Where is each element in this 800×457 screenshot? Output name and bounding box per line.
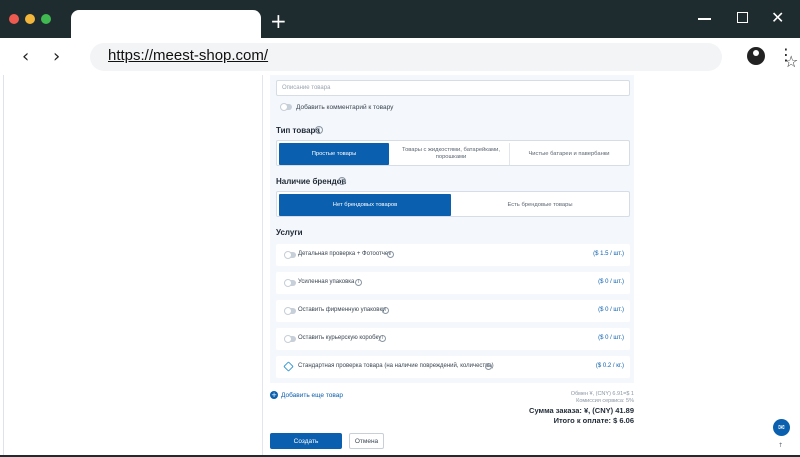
service-price: ($ 0.2 / кг.) xyxy=(595,363,624,369)
service-row: Оставить фирменную упаковку i ($ 0 / шт.… xyxy=(276,300,630,322)
service-toggle[interactable] xyxy=(284,251,296,259)
close-window-dot[interactable] xyxy=(9,14,19,24)
chat-icon[interactable]: ✉ xyxy=(773,419,790,436)
order-sum: Сумма заказа: ¥, (CNY) 41.89 xyxy=(529,406,634,415)
service-label: Оставить курьерскую коробку xyxy=(298,335,382,341)
service-fee: Комиссия сервиса: 5% xyxy=(576,398,634,404)
brands-selector: Нет брендовых товаров Есть брендовые тов… xyxy=(276,191,630,217)
add-comment-toggle[interactable] xyxy=(280,103,292,111)
service-price: ($ 1.5 / шт.) xyxy=(593,251,624,257)
info-icon[interactable]: i xyxy=(387,251,394,258)
address-bar[interactable]: https://meest-shop.com/ ☆ xyxy=(90,43,798,71)
arrow-left-icon[interactable]: ‹ xyxy=(22,46,29,67)
service-row: Стандартная проверка товара (на наличие … xyxy=(276,356,630,378)
service-toggle[interactable] xyxy=(284,279,296,287)
info-icon[interactable]: i xyxy=(355,279,362,286)
close-icon[interactable]: ✕ xyxy=(771,8,784,27)
info-icon[interactable]: i xyxy=(485,363,492,370)
account-icon[interactable] xyxy=(747,47,765,65)
maximize-window-dot[interactable] xyxy=(41,14,51,24)
service-label: Оставить фирменную упаковку xyxy=(298,307,386,313)
info-icon[interactable]: i xyxy=(338,177,346,185)
cancel-button[interactable]: Отмена xyxy=(349,433,384,449)
product-type-selector: Простые товары Товары с жидкостями, бата… xyxy=(276,140,630,166)
content-divider xyxy=(262,75,263,457)
page-left-border xyxy=(3,75,4,457)
minimize-window-dot[interactable] xyxy=(25,14,35,24)
service-row: Усиленная упаковка i ($ 0 / шт.) xyxy=(276,272,630,294)
minimize-icon[interactable] xyxy=(698,18,711,20)
service-toggle[interactable] xyxy=(284,335,296,343)
service-price: ($ 0 / шт.) xyxy=(598,279,624,285)
info-icon[interactable]: i xyxy=(379,335,386,342)
info-icon[interactable]: i xyxy=(382,307,389,314)
browser-toolbar: ‹ › https://meest-shop.com/ ☆ ⋮ xyxy=(0,38,800,75)
box-icon xyxy=(283,361,294,372)
scroll-up-icon[interactable]: ↑ xyxy=(778,442,783,449)
plus-icon[interactable]: + xyxy=(270,11,287,31)
service-label: Усиленная упаковка xyxy=(298,279,355,285)
service-label: Стандартная проверка товара (на наличие … xyxy=(298,363,494,369)
product-type-option[interactable]: Чистые батареи и павербанки xyxy=(511,143,627,165)
service-label: Детальная проверка + Фотоотчет xyxy=(298,251,391,257)
product-type-option[interactable]: Простые товары xyxy=(279,143,389,165)
service-row: Детальная проверка + Фотоотчет i ($ 1.5 … xyxy=(276,244,630,266)
url-text[interactable]: https://meest-shop.com/ xyxy=(108,47,268,64)
add-more-label: Добавить еще товар xyxy=(281,391,343,399)
exchange-rate: Обмен ¥, (CNY) 6.91=$ 1 xyxy=(570,391,634,397)
kebab-menu-icon[interactable]: ⋮ xyxy=(778,45,794,64)
add-more-button[interactable]: + Добавить еще товар xyxy=(270,391,343,399)
browser-tab[interactable] xyxy=(71,10,261,40)
brands-option[interactable]: Нет брендовых товаров xyxy=(279,194,451,216)
info-icon[interactable]: i xyxy=(315,126,323,134)
brands-option[interactable]: Есть брендовые товары xyxy=(453,194,627,216)
arrow-right-icon[interactable]: › xyxy=(53,46,60,67)
page-content: Описание товара Добавить комментарий к т… xyxy=(0,75,800,457)
brands-title: Наличие брендов xyxy=(276,177,347,186)
plus-circle-icon: + xyxy=(270,391,278,399)
product-type-title: Тип товара xyxy=(276,126,320,135)
maximize-icon[interactable] xyxy=(737,12,748,23)
service-price: ($ 0 / шт.) xyxy=(598,335,624,341)
service-toggle[interactable] xyxy=(284,307,296,315)
total-pay: Итого к оплате: $ 6.06 xyxy=(553,416,634,425)
create-button[interactable]: Создать xyxy=(270,433,342,449)
browser-titlebar: + ✕ xyxy=(0,0,800,40)
services-title: Услуги xyxy=(276,228,303,237)
service-price: ($ 0 / шт.) xyxy=(598,307,624,313)
add-comment-label: Добавить комментарий к товару xyxy=(296,104,394,111)
product-type-option[interactable]: Товары с жидкостями, батарейками, порошк… xyxy=(395,143,507,165)
segment-divider xyxy=(509,143,510,165)
description-input[interactable]: Описание товара xyxy=(276,80,630,96)
service-row: Оставить курьерскую коробку i ($ 0 / шт.… xyxy=(276,328,630,350)
